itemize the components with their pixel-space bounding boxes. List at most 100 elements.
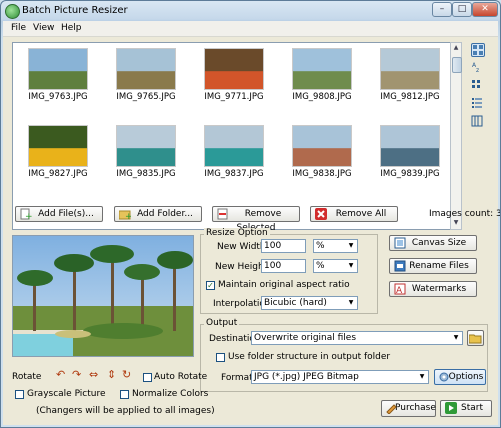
scrollbar-thumb[interactable] [452,57,462,73]
thumbnail-image [292,125,352,167]
format-label: Format [221,373,253,383]
play-icon [445,402,457,414]
flip-horizontal-icon[interactable]: ⇔ [89,368,98,381]
destination-select[interactable]: Overwrite original files ▼ [251,331,463,345]
remove-all-label: Remove All [335,209,387,219]
menu-file[interactable]: File [11,23,26,33]
auto-rotate-label: Auto Rotate [154,372,208,382]
thumbnail-item[interactable]: IMG_9838.JPG [282,125,362,185]
remove-all-button[interactable]: Remove All [310,206,398,222]
browse-folder-button[interactable] [467,330,484,346]
grayscale-checkbox[interactable] [15,390,24,399]
maintain-aspect-label: Maintain original aspect ratio [218,280,350,290]
add-folder-button[interactable]: + Add Folder... [114,206,202,222]
window-title: Batch Picture Resizer [22,5,128,16]
new-height-input[interactable]: 100 [261,259,306,273]
thumbnails-view-icon[interactable] [471,43,485,57]
destination-value: Overwrite original files [254,333,357,343]
thumbnail-filename: IMG_9827.JPG [28,169,88,179]
rotate-cycle-icon[interactable]: ↻ [122,368,131,381]
folder-structure-checkbox[interactable] [216,353,225,362]
scroll-down-arrow-icon[interactable]: ▼ [452,219,460,228]
auto-rotate-checkbox[interactable] [143,373,152,382]
new-height-label: New Height [215,262,268,272]
thumbnail-item[interactable]: IMG_9837.JPG [194,125,274,185]
thumbnail-item[interactable]: IMG_9765.JPG [106,48,186,108]
folder-icon [469,334,482,344]
list-view-icon[interactable] [471,97,485,111]
remove-selected-button[interactable]: Remove Selected [212,206,300,233]
watermark-icon: A [394,283,406,295]
rotate-left-icon[interactable]: ↶ [56,368,65,381]
svg-text:+: + [125,212,131,220]
thumbnail-item[interactable]: IMG_9835.JPG [106,125,186,185]
scroll-up-arrow-icon[interactable]: ▲ [452,44,460,53]
normalize-colors-checkbox[interactable] [120,390,129,399]
thumbnail-filename: IMG_9839.JPG [380,169,440,179]
chevron-down-icon: ▼ [453,334,459,341]
height-unit-select[interactable]: % ▼ [313,259,358,273]
thumbnail-item[interactable]: IMG_9812.JPG [370,48,450,108]
add-files-label: Add File(s)... [38,209,94,219]
close-button[interactable]: ✕ [472,2,498,17]
flip-vertical-icon[interactable]: ⇕ [107,368,116,381]
remove-file-icon [217,208,228,220]
app-logo-icon [5,4,20,19]
thumbnail-filename: IMG_9812.JPG [380,92,440,102]
thumbnail-scrollbar[interactable]: ▲ ▼ [450,42,462,230]
interpolation-select[interactable]: Bicubic (hard) ▼ [261,296,358,310]
sort-icon[interactable]: Az [471,61,485,75]
height-unit-value: % [316,261,325,271]
chevron-down-icon: ▼ [348,262,354,269]
folder-structure-label: Use folder structure in output folder [228,352,391,362]
preview-image [12,235,194,357]
maximize-button[interactable]: □ [452,2,472,17]
new-width-input[interactable]: 100 [261,239,306,253]
thumbnail-filename: IMG_9838.JPG [292,169,352,179]
width-unit-value: % [316,241,325,251]
thumbnail-list[interactable]: IMG_9763.JPG IMG_9765.JPG IMG_9771.JPG IMG_… [12,42,459,230]
thumbnail-image [28,125,88,167]
rename-files-button[interactable]: Rename Files [389,258,477,274]
details-view-icon[interactable] [471,115,485,129]
chevron-down-icon: ▼ [348,299,354,306]
images-count: Images count: 390 [429,209,500,219]
thumbnail-filename: IMG_9808.JPG [292,92,352,102]
maintain-aspect-checkbox[interactable]: ✓ [206,281,215,290]
normalize-colors-label: Normalize Colors [132,389,209,399]
add-folder-label: Add Folder... [137,209,193,219]
thumbnail-item[interactable]: IMG_9827.JPG [18,125,98,185]
chevron-down-icon: ▼ [348,242,354,249]
thumbnail-item[interactable]: IMG_9839.JPG [370,125,450,185]
rename-files-label: Rename Files [409,261,469,271]
thumbnail-filename: IMG_9771.JPG [204,92,264,102]
thumbnail-image [380,48,440,90]
width-unit-select[interactable]: % ▼ [313,239,358,253]
watermarks-button[interactable]: A Watermarks [389,281,477,297]
add-files-button[interactable]: + Add File(s)... [15,206,103,222]
thumbnail-item[interactable]: IMG_9808.JPG [282,48,362,108]
client-area: IMG_9763.JPG IMG_9765.JPG IMG_9771.JPG IMG_… [3,37,500,425]
format-select[interactable]: JPG (*.jpg) JPEG Bitmap ▼ [251,370,429,384]
purchase-button[interactable]: Purchase [381,400,436,417]
thumbnail-image [116,48,176,90]
main-window: Batch Picture Resizer – □ ✕ File View He… [0,0,501,428]
start-button[interactable]: Start [440,400,492,417]
rotate-right-icon[interactable]: ↷ [72,368,81,381]
menu-help[interactable]: Help [61,23,82,33]
canvas-size-button[interactable]: Canvas Size [389,235,477,251]
thumbnail-image [380,125,440,167]
add-file-icon: + [20,208,32,220]
minimize-button[interactable]: – [432,2,452,17]
options-button[interactable]: Options [434,369,486,385]
icons-view-icon[interactable] [471,79,485,93]
thumbnail-item[interactable]: IMG_9763.JPG [18,48,98,108]
thumbnail-image [204,48,264,90]
thumbnail-filename: IMG_9763.JPG [28,92,88,102]
title-bar[interactable]: Batch Picture Resizer – □ ✕ [1,1,500,21]
svg-text:A: A [396,286,403,295]
thumbnail-item[interactable]: IMG_9771.JPG [194,48,274,108]
watermarks-label: Watermarks [411,284,467,294]
thumbnail-image [292,48,352,90]
menu-view[interactable]: View [33,23,54,33]
